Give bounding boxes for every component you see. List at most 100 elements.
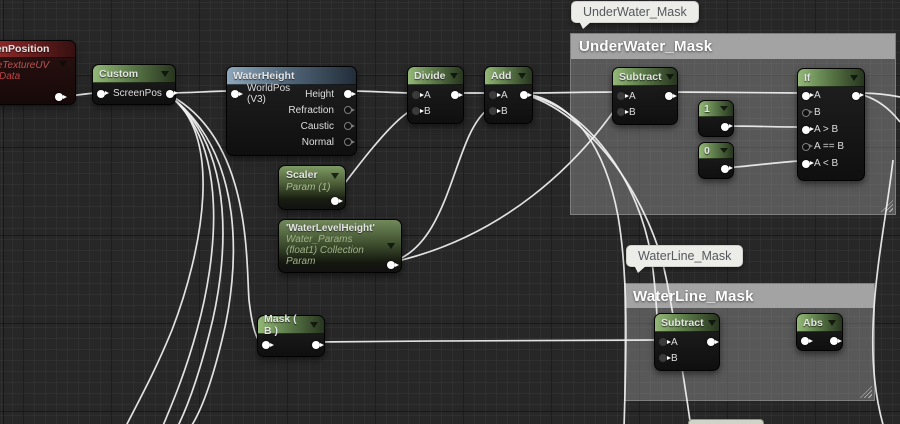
chevron-down-icon[interactable] — [387, 243, 395, 249]
wire-one-to-if-agb[interactable] — [725, 126, 800, 127]
node-subtitle: Water_Params — [279, 234, 401, 245]
chevron-down-icon[interactable] — [310, 322, 318, 328]
chevron-down-icon[interactable] — [161, 71, 169, 77]
node-waterlevelheight[interactable]: 'WaterLevelHeight' Water_Params (float1)… — [278, 219, 402, 273]
wire-waterlevel-to-add-b[interactable] — [389, 110, 487, 263]
node-screenposition[interactable]: ScreenPosition SceneTextureUV Input Data — [0, 40, 76, 105]
input-pin-b[interactable] — [489, 107, 497, 115]
wire-custom-fan-4[interactable] — [125, 93, 203, 424]
input-pin-b[interactable] — [659, 354, 667, 362]
output-pin[interactable] — [830, 337, 838, 345]
output-pin-caustic[interactable] — [344, 122, 352, 130]
pin-label: A < B — [814, 158, 838, 169]
pin-label: Refraction — [231, 105, 334, 116]
chevron-down-icon[interactable] — [720, 106, 728, 111]
output-pin[interactable] — [721, 165, 729, 173]
pin-label: Caustic — [231, 121, 334, 132]
input-pin[interactable] — [801, 337, 809, 345]
node-waterheight[interactable]: WaterHeight WorldPos (V3) Height Refract… — [226, 66, 357, 156]
input-pin-a[interactable] — [802, 92, 810, 100]
node-title: If — [804, 72, 810, 84]
node-title: 1 — [704, 103, 710, 115]
output-pin-refraction[interactable] — [344, 106, 352, 114]
node-divide[interactable]: Divide A B — [407, 66, 464, 124]
output-pin[interactable] — [451, 91, 459, 99]
input-pin-b[interactable] — [412, 107, 420, 115]
output-pin[interactable] — [707, 338, 715, 346]
tooltip-waterline-mask: WaterLine_Mask — [626, 245, 743, 267]
wire-add-to-subtract-a[interactable] — [520, 92, 616, 93]
output-pin[interactable] — [166, 90, 174, 98]
node-abs[interactable]: Abs — [796, 313, 843, 351]
node-if[interactable]: If A B A > B A == B A < B — [797, 68, 865, 181]
node-title: Scaler — [279, 169, 325, 181]
wire-mask-to-subtract-wl-a[interactable] — [316, 340, 656, 342]
chevron-down-icon[interactable] — [708, 320, 716, 326]
output-pin[interactable] — [312, 341, 320, 349]
chevron-down-icon[interactable] — [518, 73, 526, 79]
material-graph-canvas[interactable]: UnderWater_Mask WaterLine_Mask — [0, 0, 900, 424]
node-constant-zero[interactable]: 0 — [698, 142, 734, 179]
input-pin-a[interactable] — [412, 91, 420, 99]
pin-label: Height — [305, 89, 334, 100]
chevron-down-icon[interactable] — [666, 74, 674, 80]
chevron-down-icon[interactable] — [331, 173, 339, 179]
wire-custom-fan-3[interactable] — [166, 93, 233, 424]
input-pin-a[interactable] — [617, 92, 625, 100]
chevron-down-icon[interactable] — [450, 73, 458, 79]
node-subtitle: Param (1) — [279, 182, 337, 193]
output-pin[interactable] — [665, 92, 673, 100]
tooltip-underwater-mask: UnderWater_Mask — [571, 1, 699, 23]
tooltip-tail — [634, 265, 647, 273]
node-constant-one[interactable]: 1 — [698, 100, 734, 137]
chevron-down-icon[interactable] — [720, 148, 728, 153]
node-title: Subtract — [619, 71, 662, 83]
output-pin[interactable] — [331, 197, 339, 205]
wire-subtract-to-if-a[interactable] — [667, 92, 800, 93]
pin-label: WorldPos (V3) — [247, 83, 301, 105]
node-title: Mask ( B ) — [264, 313, 306, 337]
input-pin-a[interactable] — [489, 91, 497, 99]
output-pin[interactable] — [520, 91, 528, 99]
chevron-down-icon[interactable] — [850, 75, 858, 81]
pin-label: ScreenPos — [113, 88, 162, 99]
output-pin-normal[interactable] — [344, 138, 352, 146]
node-add[interactable]: Add A B — [484, 66, 533, 124]
node-custom[interactable]: Custom ScreenPos — [92, 64, 176, 105]
node-subtitle: Input Data — [0, 71, 75, 82]
node-title: ScreenPosition — [0, 43, 49, 55]
output-pin-height[interactable] — [344, 90, 352, 98]
input-pin-a-equals-b[interactable] — [802, 143, 810, 151]
pin-label: A == B — [814, 141, 844, 152]
wire-add-to-subtract-wl-b[interactable] — [520, 93, 659, 356]
partial-node-bottom[interactable] — [688, 419, 764, 424]
node-mask-b[interactable]: Mask ( B ) — [257, 315, 325, 357]
input-pin-b[interactable] — [617, 108, 625, 116]
node-scaler[interactable]: Scaler Param (1) — [278, 165, 346, 210]
chevron-down-icon[interactable] — [59, 61, 67, 67]
node-subtract-waterline[interactable]: Subtract A B — [654, 313, 720, 371]
tooltip-tail — [579, 21, 592, 29]
input-pin-a-greater-b[interactable] — [802, 126, 810, 134]
input-pin-b[interactable] — [802, 109, 810, 117]
node-title: Custom — [99, 68, 138, 80]
input-pin-screenpos[interactable] — [97, 90, 105, 98]
input-pin-a-less-b[interactable] — [802, 160, 810, 168]
node-subtitle: (float1) Collection Param — [279, 245, 401, 267]
node-title: 0 — [704, 145, 710, 157]
wire-add-passthrough-1[interactable] — [520, 93, 626, 424]
output-pin[interactable] — [721, 123, 729, 131]
input-pin-worldpos[interactable] — [231, 90, 239, 98]
node-subtract-underwater[interactable]: Subtract A B — [612, 67, 678, 125]
chevron-down-icon[interactable] — [828, 320, 836, 326]
wire-zero-to-if-alb[interactable] — [725, 161, 800, 168]
output-pin[interactable] — [387, 261, 395, 269]
output-pin[interactable] — [55, 93, 63, 101]
wire-right-passthrough[interactable] — [873, 160, 893, 424]
input-pin-a[interactable] — [659, 338, 667, 346]
pin-label: Normal — [231, 137, 334, 148]
input-pin[interactable] — [262, 341, 270, 349]
node-title: Abs — [803, 317, 823, 329]
pin-label: A > B — [814, 124, 838, 135]
output-pin[interactable] — [852, 92, 860, 100]
